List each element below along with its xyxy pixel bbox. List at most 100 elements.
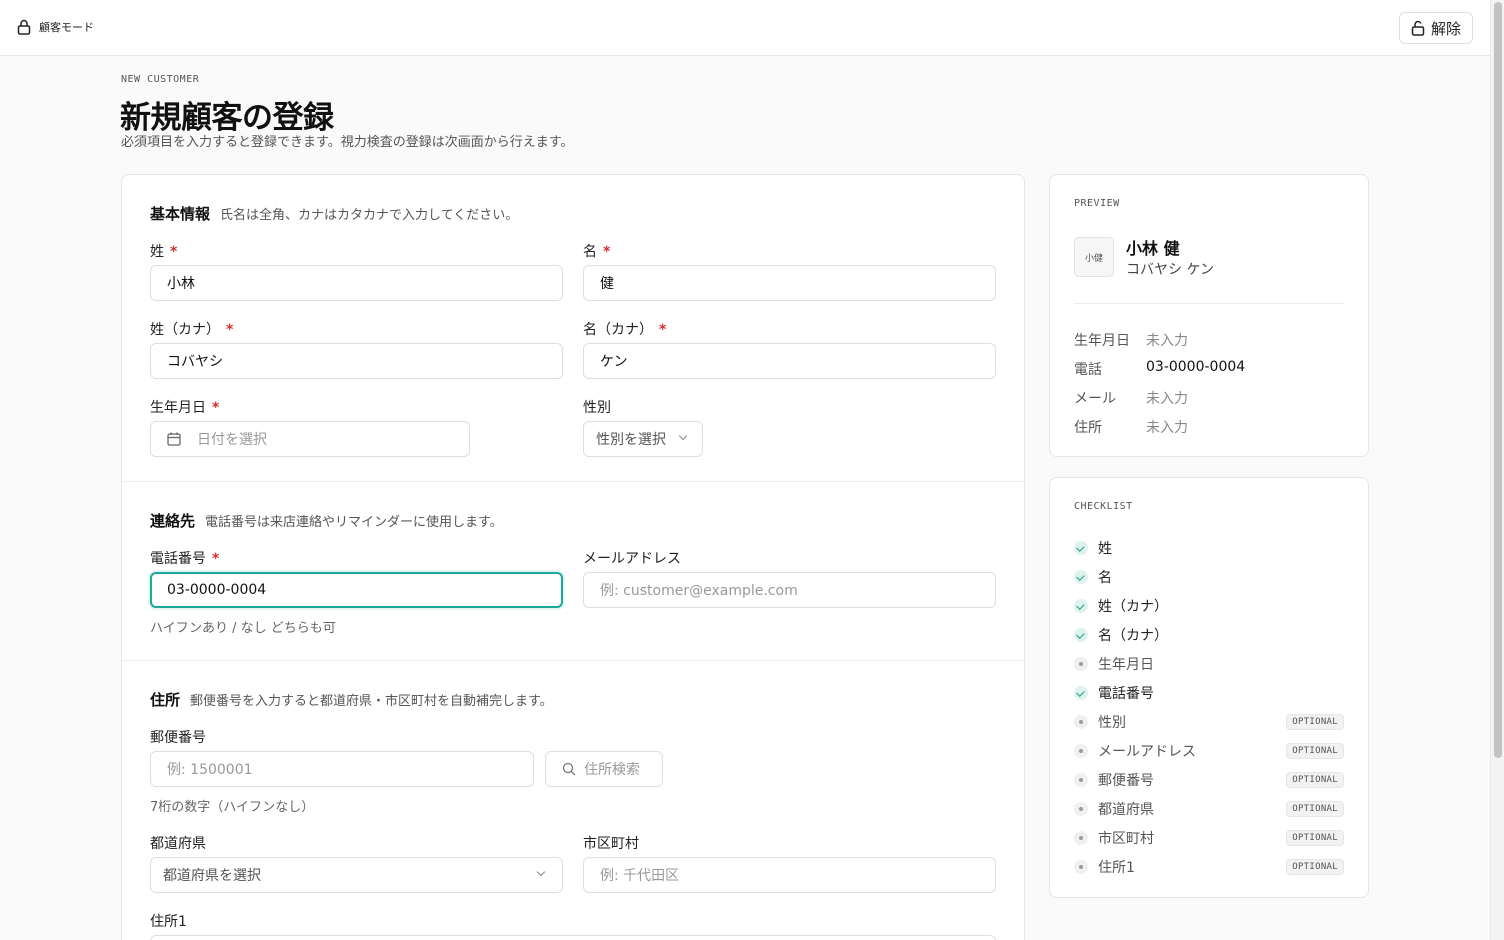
contact-title: 連絡先 <box>150 512 196 530</box>
address1-label: 住所1 <box>150 914 187 930</box>
preview-card: PREVIEW 小健 小林 健 コバヤシ ケン 生年月日 未入力 電話 03-000… <box>1049 174 1369 457</box>
search-icon <box>562 762 576 776</box>
birth-date-placeholder: 日付を選択 <box>197 432 267 448</box>
pending-dot-icon <box>1074 802 1088 816</box>
unlock-label: 解除 <box>1430 20 1461 38</box>
checklist-eyebrow: CHECKLIST <box>1074 501 1133 512</box>
unlock-icon <box>1411 20 1425 36</box>
top-bar: 顧客モード 解除 <box>0 0 1490 56</box>
preview-row-birth: 生年月日 未入力 <box>1074 333 1188 349</box>
preview-name: 小林 健 <box>1126 239 1180 258</box>
pending-dot-icon <box>1074 860 1088 874</box>
checklist-item: 姓 <box>1074 538 1344 558</box>
unlock-button[interactable]: 解除 <box>1399 12 1473 44</box>
section-divider <box>122 481 1024 482</box>
customer-mode-indicator: 顧客モード <box>17 19 94 35</box>
page-eyebrow: NEW CUSTOMER <box>121 74 200 85</box>
gender-label: 性別 <box>583 400 611 416</box>
preview-divider <box>1074 303 1344 304</box>
checklist-item: 姓（カナ） <box>1074 596 1344 616</box>
prefecture-placeholder: 都道府県を選択 <box>163 868 261 884</box>
last-name-input[interactable]: 小林 <box>150 265 563 301</box>
check-icon <box>1074 570 1088 584</box>
check-icon <box>1074 541 1088 555</box>
preview-eyebrow: PREVIEW <box>1074 198 1120 209</box>
checklist-item: 名 <box>1074 567 1344 587</box>
scrollbar-thumb[interactable] <box>1494 2 1502 758</box>
address-header: 住所 郵便番号を入力すると都道府県・市区町村を自動補完します。 <box>150 689 553 710</box>
calendar-icon <box>167 432 181 446</box>
pending-dot-icon <box>1074 744 1088 758</box>
phone-input[interactable]: 03-0000-0004 <box>150 572 563 608</box>
chevron-down-icon <box>678 431 688 441</box>
postal-hint: 7桁の数字（ハイフンなし） <box>150 800 315 815</box>
optional-badge: OPTIONAL <box>1286 743 1344 759</box>
phone-hint: ハイフンあり / なし どちらも可 <box>150 621 336 636</box>
checklist-item: 郵便番号 OPTIONAL <box>1074 770 1344 790</box>
checklist-item: 都道府県 OPTIONAL <box>1074 799 1344 819</box>
birth-date-picker[interactable]: 日付を選択 <box>150 421 470 457</box>
city-input[interactable]: 例: 千代田区 <box>583 857 996 893</box>
last-kana-input[interactable]: コバヤシ <box>150 343 563 379</box>
prefecture-label: 都道府県 <box>150 836 206 852</box>
checklist-item: 名（カナ） <box>1074 625 1344 645</box>
address-title: 住所 <box>150 691 181 709</box>
optional-badge: OPTIONAL <box>1286 801 1344 817</box>
postal-input[interactable]: 例: 1500001 <box>150 751 534 787</box>
pending-dot-icon <box>1074 831 1088 845</box>
pending-dot-icon <box>1074 715 1088 729</box>
last-kana-label: 姓（カナ） * <box>150 322 234 338</box>
check-icon <box>1074 628 1088 642</box>
mode-label: 顧客モード <box>39 21 94 34</box>
optional-badge: OPTIONAL <box>1286 772 1344 788</box>
contact-desc: 電話番号は来店連絡やリマインダーに使用します。 <box>205 515 503 530</box>
address-search-label: 住所検索 <box>584 762 640 778</box>
optional-badge: OPTIONAL <box>1286 859 1344 875</box>
first-kana-label: 名（カナ） * <box>583 322 667 338</box>
page-scrollbar[interactable] <box>1490 0 1504 940</box>
pending-dot-icon <box>1074 657 1088 671</box>
address1-input[interactable] <box>150 935 996 940</box>
page-subtitle: 必須項目を入力すると登録できます。視力検査の登録は次画面から行えます。 <box>121 135 574 150</box>
contact-header: 連絡先 電話番号は来店連絡やリマインダーに使用します。 <box>150 510 503 531</box>
address-desc: 郵便番号を入力すると都道府県・市区町村を自動補完します。 <box>190 694 553 709</box>
phone-label: 電話番号 * <box>150 551 220 567</box>
preview-kana: コバヤシ ケン <box>1126 262 1215 278</box>
address-search-button[interactable]: 住所検索 <box>545 751 663 787</box>
basic-info-desc: 氏名は全角、カナはカタカナで入力してください。 <box>220 208 519 223</box>
email-input[interactable]: 例: customer@example.com <box>583 572 996 608</box>
first-kana-input[interactable]: ケン <box>583 343 996 379</box>
last-name-label: 姓 * <box>150 244 178 260</box>
birth-date-label: 生年月日 * <box>150 400 220 416</box>
optional-badge: OPTIONAL <box>1286 830 1344 846</box>
checklist-card: CHECKLIST 姓 名 姓（カナ） 名（カナ） 生年月日 電話番号 性別 OP… <box>1049 477 1369 898</box>
checklist-item: 市区町村 OPTIONAL <box>1074 828 1344 848</box>
city-label: 市区町村 <box>583 836 639 852</box>
checklist-item: メールアドレス OPTIONAL <box>1074 741 1344 761</box>
postal-label: 郵便番号 <box>150 730 206 746</box>
basic-info-header: 基本情報 氏名は全角、カナはカタカナで入力してください。 <box>150 203 518 224</box>
preview-row-email: メール 未入力 <box>1074 391 1188 407</box>
checklist-item: 住所1 OPTIONAL <box>1074 857 1344 877</box>
check-icon <box>1074 599 1088 613</box>
preview-row-phone: 電話 03-0000-0004 <box>1074 359 1246 378</box>
gender-select[interactable]: 性別を選択 <box>583 421 703 457</box>
checklist-item: 性別 OPTIONAL <box>1074 712 1344 732</box>
basic-info-title: 基本情報 <box>150 205 211 223</box>
avatar: 小健 <box>1074 237 1114 277</box>
customer-form-card: 基本情報 氏名は全角、カナはカタカナで入力してください。 姓 * 小林 名 * 健 … <box>121 174 1025 940</box>
section-divider <box>122 660 1024 661</box>
preview-row-address: 住所 未入力 <box>1074 420 1188 436</box>
chevron-down-icon <box>536 867 546 877</box>
checklist-item: 電話番号 <box>1074 683 1344 703</box>
pending-dot-icon <box>1074 773 1088 787</box>
email-label: メールアドレス <box>583 551 681 567</box>
check-icon <box>1074 686 1088 700</box>
prefecture-select[interactable]: 都道府県を選択 <box>150 857 563 893</box>
gender-placeholder: 性別を選択 <box>596 432 666 448</box>
first-name-input[interactable]: 健 <box>583 265 996 301</box>
first-name-label: 名 * <box>583 244 611 260</box>
checklist-item: 生年月日 <box>1074 654 1344 674</box>
lock-icon <box>17 19 31 35</box>
optional-badge: OPTIONAL <box>1286 714 1344 730</box>
